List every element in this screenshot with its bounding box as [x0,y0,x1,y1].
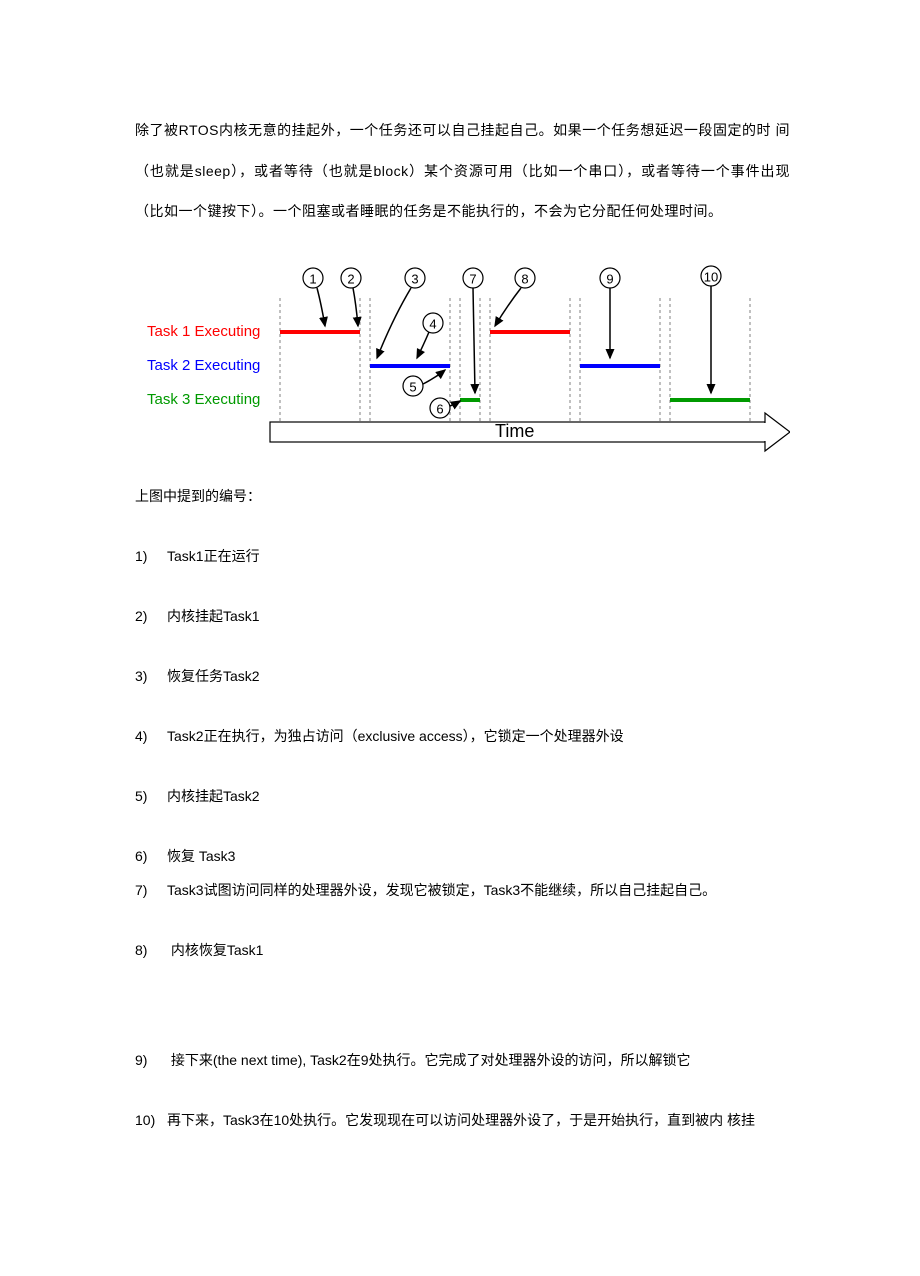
item-text: Task1正在运行 [167,548,260,564]
list-item-6: 6)恢复 Task3 [135,846,790,866]
marker-1: 1 [303,268,325,326]
list-item-7: 7)Task3试图访问同样的处理器外设，发现它被锁定，Task3不能继续，所以自… [135,880,790,900]
list-item-4: 4)Task2正在执行，为独占访问（exclusive access），它锁定一… [135,726,790,746]
marker-5: 5 [403,370,445,396]
marker-3: 3 [377,268,425,358]
svg-text:8: 8 [521,271,528,286]
marker-9: 9 [600,268,620,358]
label-task2: Task 2 Executing [147,357,260,374]
document-page: 除了被RTOS内核无意的挂起外，一个任务还可以自己挂起自己。如果一个任务想延迟一… [0,0,920,1210]
marker-2: 2 [341,268,361,326]
diagram-caption: 上图中提到的编号： [135,486,790,506]
marker-4: 4 [417,313,443,358]
item-number: 6) [135,848,167,864]
svg-text:1: 1 [309,271,316,286]
item-number: 8) [135,942,167,958]
item-text: Task2正在执行，为独占访问（exclusive access），它锁定一个处… [167,728,624,744]
list-item-5: 5)内核挂起Task2 [135,786,790,806]
label-task1: Task 1 Executing [147,323,260,340]
task-timing-diagram: Task 1 Executing Task 2 Executing Task 3… [135,258,790,458]
svg-text:6: 6 [436,401,443,416]
item-text: 接下来(the next time), Task2在9处执行。它完成了对处理器外… [167,1052,691,1068]
numbered-list: 1)Task1正在运行 2)内核挂起Task1 3)恢复任务Task2 4)Task2… [135,546,790,1130]
item-text: 恢复任务Task2 [167,668,260,684]
time-axis: Time [270,413,790,451]
item-text: 内核恢复Task1 [167,942,263,958]
time-label: Time [495,421,534,441]
svg-text:5: 5 [409,379,416,394]
list-item-1: 1)Task1正在运行 [135,546,790,566]
label-task3: Task 3 Executing [147,391,260,408]
list-item-9: 9) 接下来(the next time), Task2在9处执行。它完成了对处… [135,1050,790,1070]
intro-paragraph: 除了被RTOS内核无意的挂起外，一个任务还可以自己挂起自己。如果一个任务想延迟一… [135,110,790,232]
item-number: 7) [135,882,167,898]
svg-text:7: 7 [469,271,476,286]
item-number: 3) [135,668,167,684]
svg-text:4: 4 [429,316,436,331]
item-text: 内核挂起Task1 [167,608,260,624]
list-item-10: 10)再下来，Task3在10处执行。它发现现在可以访问处理器外设了，于是开始执… [135,1110,790,1130]
svg-text:9: 9 [606,271,613,286]
list-item-3: 3)恢复任务Task2 [135,666,790,686]
svg-text:10: 10 [704,269,718,284]
svg-text:2: 2 [347,271,354,286]
item-number: 2) [135,608,167,624]
item-number: 4) [135,728,167,744]
list-item-8: 8) 内核恢复Task1 [135,940,790,960]
marker-10: 10 [701,266,721,393]
item-number: 1) [135,548,167,564]
list-item-2: 2)内核挂起Task1 [135,606,790,626]
marker-6: 6 [430,398,460,418]
item-number: 9) [135,1052,167,1068]
item-text: 再下来，Task3在10处执行。它发现现在可以访问处理器外设了，于是开始执行，直… [167,1112,755,1128]
item-number: 10) [135,1112,167,1128]
item-text: Task3试图访问同样的处理器外设，发现它被锁定，Task3不能继续，所以自己挂… [167,882,716,898]
svg-text:3: 3 [411,271,418,286]
item-text: 内核挂起Task2 [167,788,260,804]
item-number: 5) [135,788,167,804]
item-text: 恢复 Task3 [167,848,235,864]
marker-8: 8 [495,268,535,326]
